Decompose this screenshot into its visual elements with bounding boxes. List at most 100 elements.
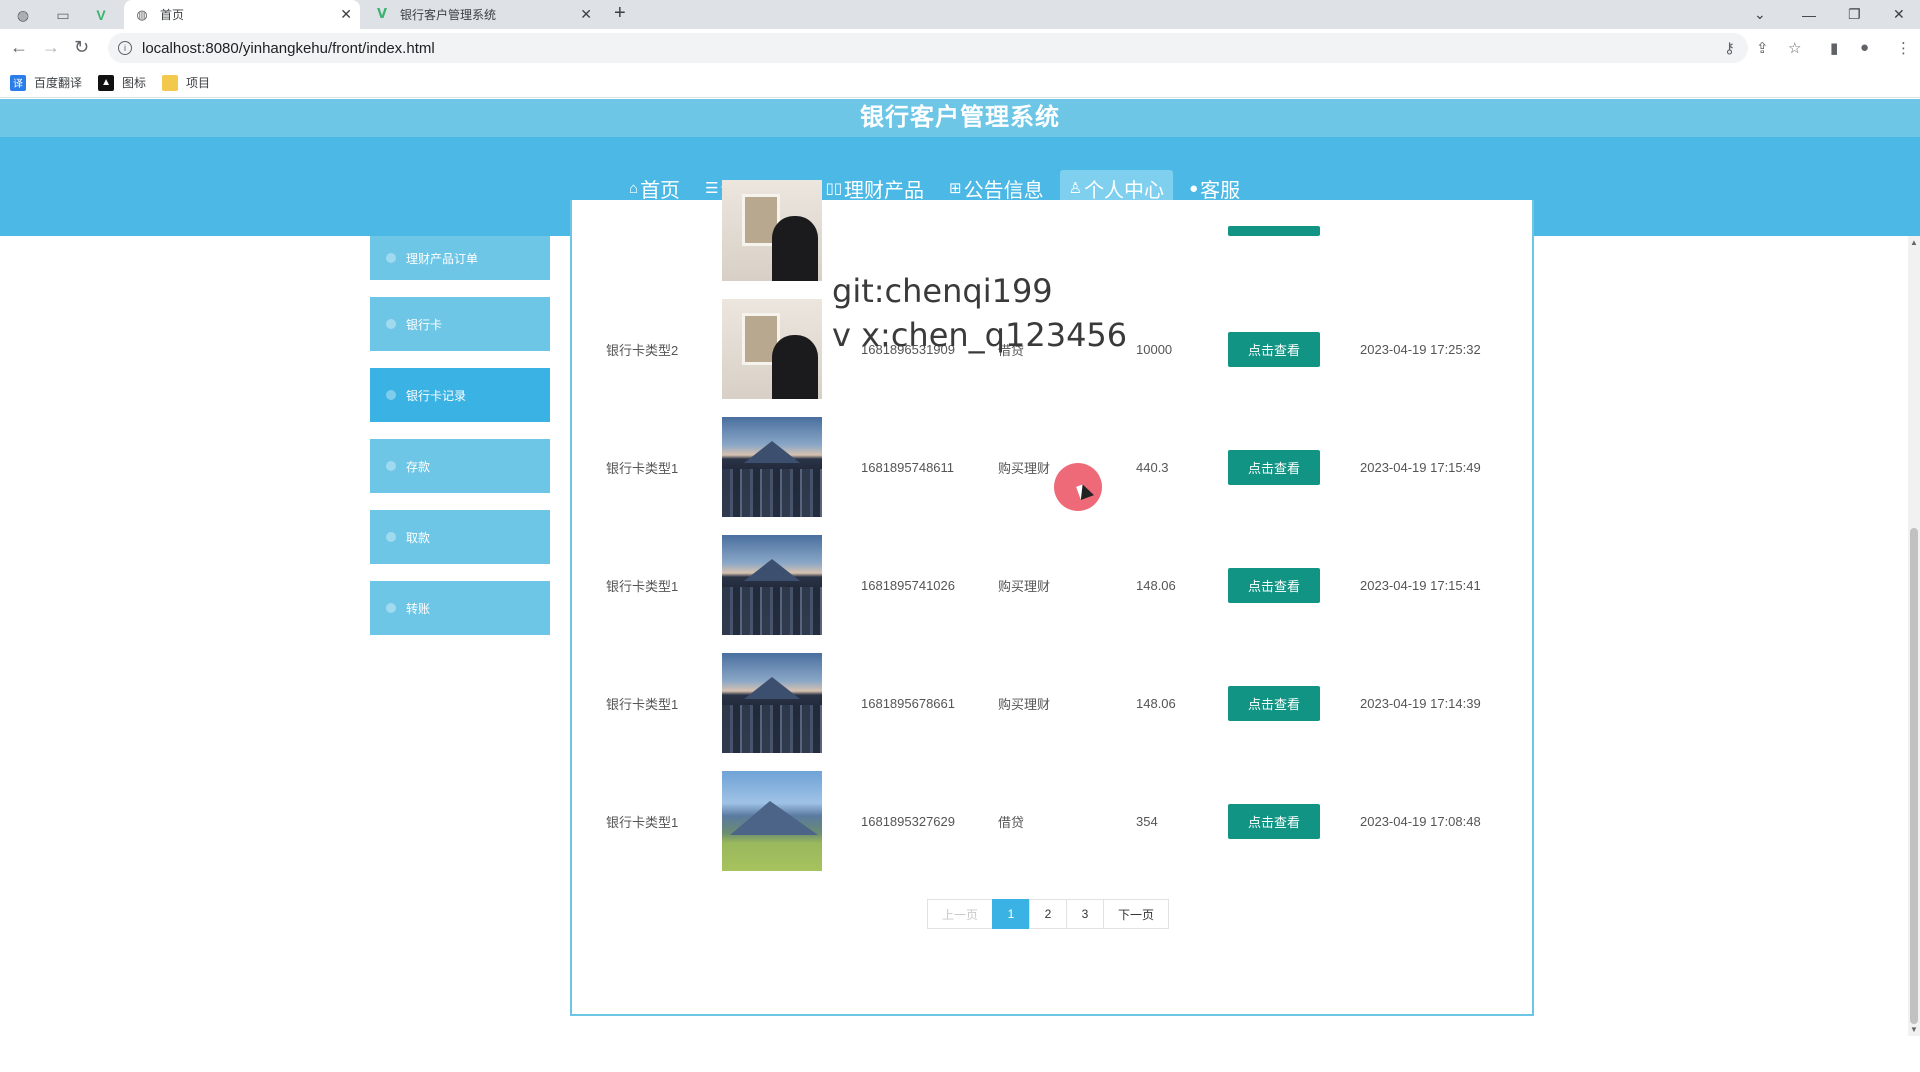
browser-tab-home[interactable]: ◍ 首页 ✕ xyxy=(124,0,360,29)
record-amount: 10000 xyxy=(1136,341,1173,357)
bookmark-folder-project[interactable]: 项目 xyxy=(162,74,210,91)
side-panel-icon[interactable]: ▮ xyxy=(1830,39,1838,57)
record-time: 2023-04-19 17:14:39 xyxy=(1360,695,1481,711)
page-button-1[interactable]: 1 xyxy=(992,899,1030,929)
record-image xyxy=(722,653,822,753)
sidebar-item-transfer[interactable]: 转账 xyxy=(370,581,550,635)
record-amount: 148.06 xyxy=(1136,695,1176,711)
browser-tab-label: 银行客户管理系统 xyxy=(400,8,497,22)
sidebar-bullet-icon xyxy=(386,603,396,613)
sidebar-item-label: 银行卡 xyxy=(406,317,443,332)
bookmark-icons[interactable]: ▲ 图标 xyxy=(98,74,146,91)
card-type: 银行卡类型1 xyxy=(606,814,679,830)
bookmark-label: 项目 xyxy=(186,76,211,90)
site-title: 银行客户管理系统 xyxy=(0,99,1920,137)
record-kind: 购买理财 xyxy=(998,578,1051,594)
browser-tab-strip: ◍ ▭ V ◍ 首页 ✕ V 银行客户管理系统 ✕ + ⌄ — ❐ ✕ xyxy=(0,0,1920,29)
record-image xyxy=(722,299,822,399)
sidebar-bullet-icon xyxy=(386,253,396,263)
view-button[interactable]: 点击查看 xyxy=(1228,450,1320,485)
page-button-2[interactable]: 2 xyxy=(1029,899,1067,929)
folder-icon xyxy=(162,74,179,91)
close-window-button[interactable]: ✕ xyxy=(1893,0,1905,29)
record-image xyxy=(722,535,822,635)
record-time: 2023-04-19 17:15:41 xyxy=(1360,577,1481,593)
share-icon[interactable]: ⇪ xyxy=(1756,39,1769,57)
sidebar-bullet-icon xyxy=(386,532,396,542)
close-tab-icon[interactable]: ✕ xyxy=(340,6,352,23)
record-amount: 440.3 xyxy=(1136,459,1169,475)
page-scrollbar[interactable]: ▲ ▼ xyxy=(1908,236,1920,1036)
sidebar-item-deposit[interactable]: 存款 xyxy=(370,439,550,493)
sidebar-item-label: 转账 xyxy=(406,601,431,616)
page-button-3[interactable]: 3 xyxy=(1066,899,1104,929)
view-button[interactable]: 点击查看 xyxy=(1228,568,1320,603)
view-button[interactable]: 点击查看 xyxy=(1228,332,1320,367)
pinned-tab-globe-icon[interactable]: ◍ xyxy=(8,3,38,27)
menu-icon[interactable]: ⋮ xyxy=(1896,39,1911,57)
browser-tab-label: 首页 xyxy=(160,8,185,22)
address-bar[interactable]: i localhost:8080/yinhangkehu/front/index… xyxy=(108,33,1748,63)
scroll-up-icon[interactable]: ▲ xyxy=(1910,238,1918,247)
browser-tab-system[interactable]: V 银行客户管理系统 ✕ xyxy=(364,0,600,29)
table-row: 银行卡类型1 1681895678661 购买理财 148.06 点击查看 20… xyxy=(570,653,1534,753)
bookmark-star-icon[interactable]: ☆ xyxy=(1788,39,1801,57)
pinned-tab-blank-icon[interactable]: ▭ xyxy=(48,3,78,27)
sidebar-item-label: 银行卡记录 xyxy=(406,388,467,403)
forward-icon[interactable]: → xyxy=(42,37,60,58)
restore-button[interactable]: ❐ xyxy=(1848,0,1861,29)
new-tab-button[interactable]: + xyxy=(614,2,626,25)
bookmark-label: 图标 xyxy=(122,76,147,90)
card-type: 银行卡类型1 xyxy=(606,696,679,712)
sidebar-item-label: 理财产品订单 xyxy=(406,251,479,266)
card-type: 银行卡类型1 xyxy=(606,578,679,594)
record-amount: 148.06 xyxy=(1136,577,1176,593)
table-row: 银行卡类型1 1681895327629 借贷 354 点击查看 2023-04… xyxy=(570,771,1534,871)
table-row: 银行卡类型1 1681895748611 购买理财 440.3 点击查看 202… xyxy=(570,417,1534,517)
back-icon[interactable]: ← xyxy=(10,37,28,58)
globe-icon: ◍ xyxy=(136,6,148,22)
record-image xyxy=(722,417,822,517)
view-button-clipped[interactable] xyxy=(1228,226,1320,236)
sidebar-item-card-records[interactable]: 银行卡记录 xyxy=(370,368,550,422)
sidebar-item-wealth-orders[interactable]: 理财产品订单 xyxy=(370,236,550,280)
pinned-tab-vue-icon[interactable]: V xyxy=(86,3,116,27)
url-text: localhost:8080/yinhangkehu/front/index.h… xyxy=(142,39,435,57)
bookmark-baidu-translate[interactable]: 译 百度翻译 xyxy=(10,74,82,91)
record-image xyxy=(722,180,822,281)
minimize-button[interactable]: — xyxy=(1802,0,1816,29)
bookmark-label: 百度翻译 xyxy=(34,76,83,90)
view-button[interactable]: 点击查看 xyxy=(1228,686,1320,721)
record-kind: 借贷 xyxy=(998,814,1025,830)
record-kind: 购买理财 xyxy=(998,460,1051,476)
sidebar-bullet-icon xyxy=(386,461,396,471)
record-number: 1681895741026 xyxy=(861,577,955,593)
record-kind: 购买理财 xyxy=(998,696,1051,712)
sidebar-item-label: 取款 xyxy=(406,530,431,545)
scrollbar-thumb[interactable] xyxy=(1910,528,1918,1024)
sidebar-item-bank-card[interactable]: 银行卡 xyxy=(370,297,550,351)
table-row: 银行卡类型1 1681895741026 购买理财 148.06 点击查看 20… xyxy=(570,535,1534,635)
record-time: 2023-04-19 17:08:48 xyxy=(1360,813,1481,829)
card-type: 银行卡类型2 xyxy=(606,342,679,358)
close-tab-icon[interactable]: ✕ xyxy=(580,6,592,23)
sidebar-item-withdraw[interactable]: 取款 xyxy=(370,510,550,564)
view-button[interactable]: 点击查看 xyxy=(1228,804,1320,839)
sidebar-bullet-icon xyxy=(386,390,396,400)
next-page-button[interactable]: 下一页 xyxy=(1103,899,1169,929)
prev-page-button[interactable]: 上一页 xyxy=(927,899,993,929)
image-icon: ▲ xyxy=(98,74,115,91)
profile-icon[interactable]: ● xyxy=(1860,39,1869,56)
site-info-icon[interactable]: i xyxy=(118,41,132,55)
vue-icon: V xyxy=(376,7,388,22)
tab-search-icon[interactable]: ⌄ xyxy=(1754,0,1766,29)
record-time: 2023-04-19 17:25:32 xyxy=(1360,341,1481,357)
record-number: 1681895748611 xyxy=(861,459,955,475)
watermark-line-2: v x:chen_q123456 xyxy=(832,316,1128,354)
table-row-clipped xyxy=(570,180,1534,281)
reload-icon[interactable]: ↻ xyxy=(74,37,89,58)
bookmarks-bar: 译 百度翻译 ▲ 图标 项目 xyxy=(0,68,1920,98)
scroll-down-icon[interactable]: ▼ xyxy=(1910,1025,1918,1034)
key-icon[interactable]: ⚷ xyxy=(1724,39,1735,57)
record-time: 2023-04-19 17:15:49 xyxy=(1360,459,1481,475)
